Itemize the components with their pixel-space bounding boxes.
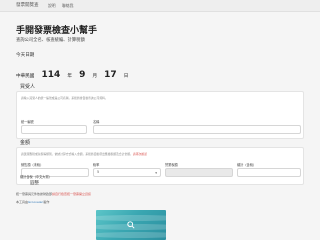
date-year-unit: 年 <box>67 74 72 79</box>
credit-link[interactable]: Grooveian <box>28 200 43 204</box>
nav-link-help[interactable]: 說明 <box>48 3 56 9</box>
tax-amount-label: 營業稅額 <box>165 163 178 167</box>
buyer-name-input[interactable] <box>93 125 301 134</box>
total-label: 總計（含稅） <box>237 163 257 167</box>
search-icon <box>127 221 135 229</box>
today-date: 中華民國 114 年 9 月 17 日 <box>16 62 130 80</box>
buyer-tax-id-label: 統一編號 <box>21 120 34 124</box>
tax-type-label: 稅率 <box>93 163 100 167</box>
credit-suffix: 製作 <box>43 200 50 204</box>
amount-card: 請選擇應稅或免稅等類別，依據計算方式輸入金額，系統將自動帶出應繳稅額及合計金額。… <box>16 147 304 185</box>
brand-link[interactable]: 發票開獎查 <box>16 2 39 8</box>
tax-type-select[interactable]: 5 ▾ <box>93 168 161 177</box>
date-day-unit: 日 <box>123 74 129 79</box>
date-month-unit: 月 <box>92 74 98 79</box>
date-day: 17 <box>104 70 117 80</box>
amount-hint-text: 請選擇應稅或免稅等類別，依據計算方式輸入金額，系統將自動帶出應繳稅額及合計金額。 <box>21 152 133 156</box>
date-year: 114 <box>41 70 61 80</box>
buyer-hint: 請輸入買受人的統一編號或是公司名稱，系統將會自動查詢公司資料。 <box>21 96 108 100</box>
page-title: 手開發票檢查小幫手 <box>16 26 98 36</box>
footnote-warning: 請自行檢查統一發票開立資訊 <box>52 192 92 196</box>
chevron-down-icon: ▾ <box>155 171 157 175</box>
footnote-line-2: 本工具由Grooveian製作 <box>16 200 49 204</box>
top-navbar: 發票開獎查 說明 聯絡我 <box>0 0 320 12</box>
total-input[interactable] <box>237 168 301 177</box>
total-chinese-value: 圓整 <box>30 181 39 186</box>
tax-amount-input <box>165 168 233 177</box>
date-month: 9 <box>79 70 86 80</box>
page-subtitle: 查詢公司全名、核查統編、計算稅額 <box>16 38 85 43</box>
buyer-card: 請輸入買受人的統一編號或是公司名稱，系統將會自動查詢公司資料。 統一編號 名稱 <box>16 91 304 139</box>
amount-hint: 請選擇應稅或免稅等類別，依據計算方式輸入金額，系統將自動帶出應繳稅額及合計金額。… <box>21 152 147 156</box>
today-heading: 今天日期 <box>16 53 35 58</box>
tax-type-value: 5 <box>97 170 100 174</box>
total-chinese-label: 總計含稅（中文大寫） <box>20 175 52 179</box>
amount-section-title: 金額 <box>20 140 31 146</box>
credit-prefix: 本工具由 <box>16 200 29 204</box>
buyer-tax-id-input[interactable] <box>21 125 87 134</box>
footnote-text: 統一發票與元件依據財政部 <box>16 192 53 196</box>
buyer-section-title: 買受人 <box>20 84 36 90</box>
footnote-line-1: 統一發票與元件依據財政部請自行檢查統一發票開立資訊 <box>16 192 91 196</box>
date-prefix: 中華民國 <box>16 74 35 79</box>
buyer-name-label: 名稱 <box>93 120 100 124</box>
banner-image <box>96 210 166 240</box>
wave-decoration <box>96 232 166 238</box>
amount-hint-warning: 請再次確認 <box>132 152 147 156</box>
amount-label: 銷售額（未稅） <box>21 163 44 167</box>
nav-link-contact[interactable]: 聯絡我 <box>62 3 73 9</box>
main-content: 手開發票檢查小幫手 查詢公司全名、核查統編、計算稅額 今天日期 中華民國 114… <box>16 12 304 240</box>
